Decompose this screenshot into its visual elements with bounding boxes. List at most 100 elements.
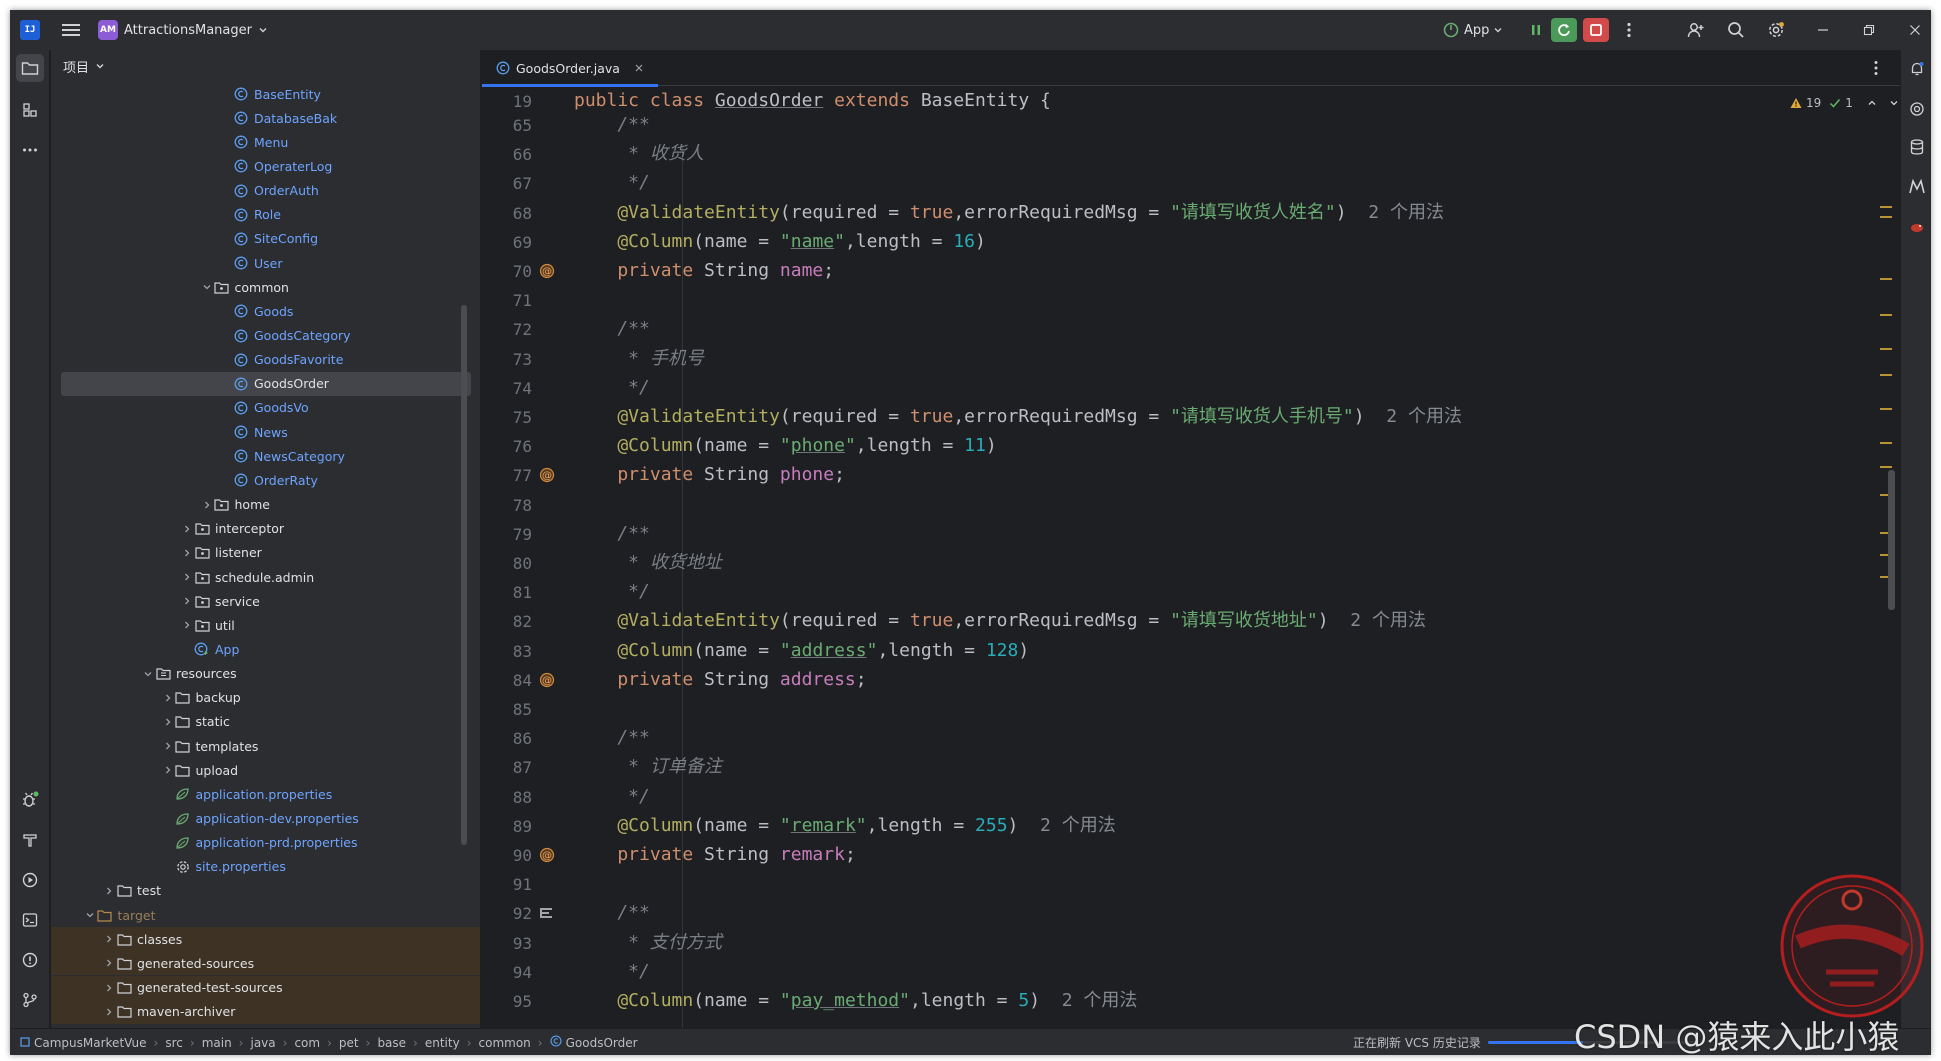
gutter-annotation-icon[interactable]: @: [538, 671, 556, 689]
close-tab-icon[interactable]: [634, 63, 644, 73]
tree-item-newscategory[interactable]: NewsCategory: [51, 444, 480, 468]
warning-stripe-mark[interactable]: [1880, 278, 1892, 280]
warning-stripe-mark[interactable]: [1880, 374, 1892, 376]
code-line[interactable]: @Column(name = "phone",length = 11): [574, 431, 996, 460]
breadcrumb-item[interactable]: pet: [339, 1036, 359, 1050]
main-menu-icon[interactable]: [60, 20, 82, 40]
code-line[interactable]: /**: [574, 519, 650, 548]
chevron-down-icon[interactable]: [83, 903, 97, 927]
tree-item-listener[interactable]: listener: [51, 541, 480, 565]
more-actions-icon[interactable]: [1616, 18, 1642, 42]
maven-icon[interactable]: [1904, 174, 1930, 200]
code-line[interactable]: */: [574, 168, 650, 197]
tree-item-user[interactable]: User: [51, 251, 480, 275]
chevron-right-icon[interactable]: [102, 976, 116, 1000]
chevron-right-icon[interactable]: [161, 710, 175, 734]
tree-item-site-properties[interactable]: site.properties: [51, 855, 480, 879]
tree-item-target[interactable]: target: [51, 903, 480, 927]
tree-item-goodsorder[interactable]: GoodsOrder: [61, 371, 471, 396]
gutter-annotation-icon[interactable]: @: [538, 262, 556, 280]
problems-icon[interactable]: [16, 946, 44, 974]
project-switcher[interactable]: AM AttractionsManager: [98, 19, 268, 41]
breadcrumb-item[interactable]: com: [294, 1036, 320, 1050]
breadcrumb-item[interactable]: java: [250, 1036, 275, 1050]
code-line[interactable]: @Column(name = "name",length = 16): [574, 227, 986, 256]
intellij-logo-icon[interactable]: IJ: [20, 20, 40, 40]
code-line[interactable]: private String remark;: [574, 840, 855, 869]
tree-item-application-properties[interactable]: application.properties: [51, 782, 480, 806]
usages-inlay-hint[interactable]: 2 个用法: [1018, 815, 1116, 836]
code-line[interactable]: private String phone;: [574, 460, 845, 489]
tree-item-baseentity[interactable]: BaseEntity: [51, 82, 480, 106]
tree-item-home[interactable]: home: [51, 493, 480, 517]
tree-item-goodsvo[interactable]: GoodsVo: [51, 396, 480, 420]
warning-stripe-mark[interactable]: [1880, 442, 1892, 444]
breadcrumb-item[interactable]: CampusMarketVue: [20, 1036, 147, 1050]
editor-more-icon[interactable]: [1874, 60, 1878, 80]
code-line[interactable]: * 收货人: [574, 139, 704, 168]
code-area[interactable]: public class GoodsOrder extends BaseEnti…: [574, 86, 1814, 1028]
tree-item-menu[interactable]: Menu: [51, 130, 480, 154]
editor-scrollbar[interactable]: [1888, 470, 1895, 610]
chevron-right-icon[interactable]: [180, 589, 194, 613]
tree-item-test[interactable]: test: [51, 879, 480, 903]
code-line[interactable]: @Column(name = "pay_method",length = 5) …: [574, 986, 1137, 1015]
rerun-button[interactable]: [1551, 18, 1577, 42]
chevron-right-icon[interactable]: [180, 565, 194, 589]
code-line[interactable]: @Column(name = "address",length = 128): [574, 636, 1029, 665]
search-icon[interactable]: [1723, 18, 1749, 42]
breadcrumb-item[interactable]: main: [202, 1036, 232, 1050]
chevron-up-icon[interactable]: [1867, 98, 1877, 108]
tree-item-app[interactable]: App: [51, 637, 480, 661]
structure-icon[interactable]: [16, 96, 44, 124]
chevron-down-icon[interactable]: [141, 662, 155, 686]
minimize-window-icon[interactable]: [1810, 18, 1836, 42]
warning-stripe-mark[interactable]: [1880, 408, 1892, 410]
tree-item-templates[interactable]: templates: [51, 734, 480, 758]
usages-inlay-hint[interactable]: 2 个用法: [1347, 202, 1444, 223]
chevron-right-icon[interactable]: [102, 879, 116, 903]
restore-window-icon[interactable]: [1856, 18, 1882, 42]
code-line[interactable]: private String name;: [574, 256, 834, 285]
tree-item-schedule-admin[interactable]: schedule.admin: [51, 565, 480, 589]
chevron-right-icon[interactable]: [180, 541, 194, 565]
tree-item-role[interactable]: Role: [51, 203, 480, 227]
chevron-right-icon[interactable]: [161, 758, 175, 782]
code-line[interactable]: @ValidateEntity(required = true,errorReq…: [574, 402, 1462, 431]
code-line[interactable]: /**: [574, 723, 650, 752]
project-view-folder-icon[interactable]: [16, 54, 44, 82]
code-line[interactable]: */: [574, 373, 650, 402]
database-icon[interactable]: [1904, 134, 1930, 160]
pause-icon[interactable]: [1523, 18, 1549, 42]
warning-stripe-mark[interactable]: [1880, 348, 1892, 350]
code-line[interactable]: * 手机号: [574, 344, 704, 373]
settings-gear-icon[interactable]: [1763, 18, 1789, 42]
tree-item-service[interactable]: service: [51, 589, 480, 613]
code-line[interactable]: * 收货地址: [574, 548, 722, 577]
tree-item-news[interactable]: News: [51, 420, 480, 444]
code-line[interactable]: private String address;: [574, 665, 866, 694]
add-user-icon[interactable]: [1683, 18, 1709, 42]
background-task-status[interactable]: 正在刷新 VCS 历史记录: [1353, 1029, 1481, 1055]
chevron-right-icon[interactable]: [161, 686, 175, 710]
tree-item-util[interactable]: util: [51, 613, 480, 637]
tree-item-static[interactable]: static: [51, 710, 480, 734]
tree-item-backup[interactable]: backup: [51, 686, 480, 710]
chevron-down-icon[interactable]: [200, 275, 214, 299]
project-panel-header[interactable]: 项目: [51, 50, 480, 82]
tree-item-interceptor[interactable]: interceptor: [51, 517, 480, 541]
warning-stripe-mark[interactable]: [1880, 216, 1892, 218]
chevron-right-icon[interactable]: [161, 734, 175, 758]
tree-item-application-prd-properties[interactable]: application-prd.properties: [51, 831, 480, 855]
tree-item-databasebak[interactable]: DatabaseBak: [51, 106, 480, 130]
code-line[interactable]: /**: [574, 898, 650, 927]
terminal-icon[interactable]: [16, 906, 44, 934]
close-window-icon[interactable]: [1902, 18, 1928, 42]
chevron-right-icon[interactable]: [200, 493, 214, 517]
code-line[interactable]: @ValidateEntity(required = true,errorReq…: [574, 198, 1444, 227]
tree-item-resources[interactable]: resources: [51, 662, 480, 686]
code-line[interactable]: /**: [574, 110, 650, 139]
breadcrumb-item[interactable]: base: [377, 1036, 406, 1050]
editor-tab-goodsorder[interactable]: GoodsOrder.java: [482, 50, 658, 87]
plugin-bird-icon[interactable]: [1904, 214, 1930, 240]
